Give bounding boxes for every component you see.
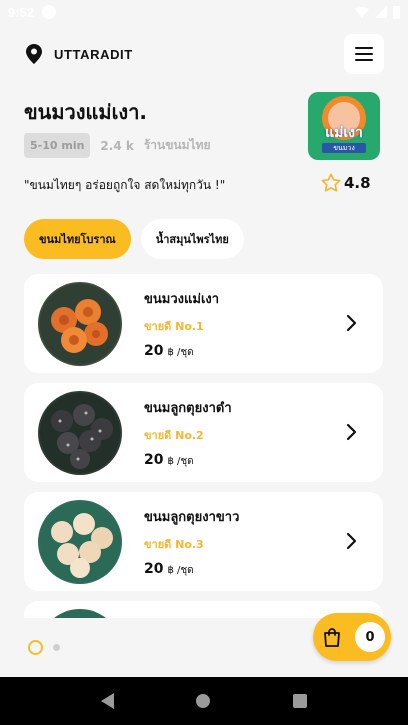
product-list[interactable]: ขนมวงแม่เงา ขายดี No.1 20 ฿ /ชุด ขนมลูกต…	[24, 274, 383, 618]
rating-value: 4.8	[344, 174, 371, 192]
tab-herbal-drink[interactable]: น้ำสมุนไพรไทย	[140, 219, 244, 259]
product-price: 20	[144, 560, 164, 577]
logo-subtitle: ขนมวง	[322, 143, 366, 153]
location-pin-icon[interactable]	[24, 42, 44, 66]
tab-thai-dessert[interactable]: ขนมไทยโบราณ	[24, 219, 131, 259]
header: UTTARADIT	[24, 34, 384, 74]
product-name: ขนมวงแม่เงา	[144, 291, 220, 307]
logo-title: แม่เงา	[325, 125, 363, 141]
menu-button[interactable]	[344, 34, 384, 74]
product-image	[38, 499, 122, 584]
status-icons	[355, 5, 400, 19]
page-indicator	[28, 640, 60, 655]
wifi-icon	[355, 6, 369, 18]
delivery-time-badge: 5-10 min	[24, 133, 91, 158]
product-unit: ฿ /ชุด	[167, 346, 194, 358]
product-rank: ขายดี No.3	[144, 537, 204, 551]
cart-count-badge: 0	[355, 622, 385, 652]
hamburger-menu-icon	[355, 47, 373, 61]
product-image	[38, 390, 122, 475]
chevron-right-icon[interactable]	[345, 312, 359, 334]
product-card[interactable]: ขนมลูกตุยงาขาว ขายดี No.3 20 ฿ /ชุด	[24, 492, 383, 591]
battery-icon	[393, 5, 400, 19]
signal-icon	[375, 6, 387, 18]
product-rank: ขายดี No.1	[144, 319, 204, 333]
recent-apps-icon[interactable]	[292, 694, 307, 708]
cart-button[interactable]: 0	[313, 613, 391, 661]
status-bar: 9:52	[0, 0, 408, 24]
product-price: 20	[144, 451, 164, 468]
home-icon[interactable]	[196, 694, 211, 708]
distance-text: 2.4 k	[100, 138, 134, 153]
category-text: ร้านขนมไทย	[143, 138, 211, 152]
product-card[interactable]: ขนมลูกตุยงาดำ ขายดี No.2 20 ฿ /ชุด	[24, 383, 383, 482]
product-name: ขนมลูกตุยงาดำ	[144, 400, 232, 416]
system-nav-bar	[0, 677, 408, 725]
page-dot-active[interactable]	[28, 640, 43, 655]
store-logo: แม่เงา ขนมวง	[308, 92, 380, 160]
store-meta: 5-10 min 2.4 k ร้านขนมไทย	[24, 133, 211, 158]
store-name: ขนมวงแม่เงา.	[24, 100, 148, 124]
product-image	[38, 281, 122, 366]
page-dot[interactable]	[53, 644, 60, 651]
product-unit: ฿ /ชุด	[167, 455, 194, 467]
chevron-right-icon[interactable]	[345, 530, 359, 552]
store-tagline: "ขนมไทยๆ อร่อยถูกใจ สดใหม่ทุกวัน !"	[24, 178, 226, 192]
product-unit: ฿ /ชุด	[167, 564, 194, 576]
chevron-right-icon[interactable]	[345, 421, 359, 443]
back-icon[interactable]	[101, 693, 115, 709]
product-rank: ขายดี No.2	[144, 428, 204, 442]
category-tabs: ขนมไทยโบราณ น้ำสมุนไพรไทย	[24, 219, 244, 259]
status-time: 9:52	[8, 4, 35, 20]
star-icon	[321, 173, 341, 192]
shopping-bag-icon	[324, 628, 340, 647]
store-rating: 4.8	[320, 172, 371, 194]
product-name: ขนมลูกตุยงาขาว	[144, 509, 240, 525]
product-card[interactable]: ขนมวงแม่เงา ขายดี No.1 20 ฿ /ชุด	[24, 274, 383, 373]
notification-icon	[42, 5, 57, 19]
location-label[interactable]: UTTARADIT	[54, 47, 133, 62]
product-image	[38, 608, 122, 618]
product-price: 20	[144, 342, 164, 359]
